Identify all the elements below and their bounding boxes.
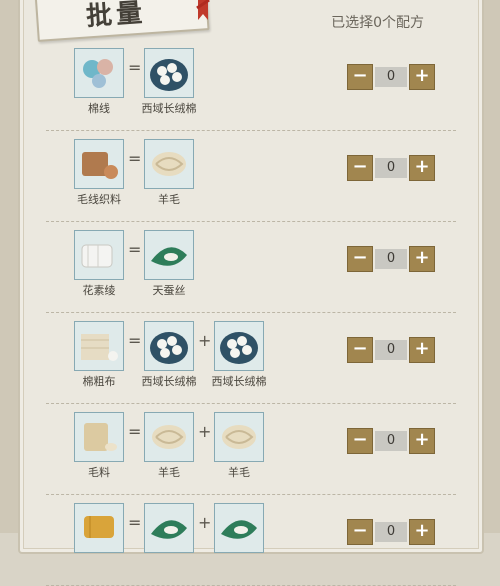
quantity-stepper: −0 + <box>347 428 435 454</box>
silkworm-leaf-icon <box>144 503 194 553</box>
quantity-value[interactable]: 0 <box>375 249 407 269</box>
item-label: 羊毛 <box>158 466 180 479</box>
quantity-value[interactable]: 0 <box>375 158 407 178</box>
recipe-item[interactable]: 棉粗布 <box>64 321 134 389</box>
wool-icon <box>144 412 194 462</box>
increase-button[interactable]: + <box>409 519 435 545</box>
item-label: 毛线织料 <box>77 193 121 206</box>
cotton-boll-icon <box>214 321 264 371</box>
item-label: 西域长绒棉 <box>141 375 197 388</box>
recipe-item[interactable]: 西域长绒棉 <box>134 321 204 389</box>
recipe-item[interactable] <box>204 503 274 555</box>
decrease-button[interactable]: − <box>347 64 373 90</box>
quantity-stepper: −0 + <box>347 64 435 90</box>
silkworm-leaf-icon <box>214 503 264 553</box>
cotton-boll-icon <box>144 48 194 98</box>
recipe-item[interactable]: 花素绫 <box>64 230 134 298</box>
page-title: 批量 <box>85 0 148 33</box>
recipe-item[interactable]: 羊毛 <box>134 139 204 207</box>
silkworm-leaf-icon <box>144 230 194 280</box>
item-label: 西域长绒棉 <box>141 102 197 115</box>
recipe-item[interactable]: 天蚕丝 <box>134 230 204 298</box>
quantity-stepper: −0 + <box>347 246 435 272</box>
decrease-button[interactable]: − <box>347 246 373 272</box>
item-label: 毛料 <box>88 466 110 479</box>
decrease-button[interactable]: − <box>347 519 373 545</box>
increase-button[interactable]: + <box>409 64 435 90</box>
recipe-list: 棉线 = 西域长绒棉 −0 + 毛线织料 = 羊毛 −0 + 花素绫 = 天蚕丝 −0 + 棉粗布 = 西域长绒棉… <box>46 40 456 586</box>
decrease-button[interactable]: − <box>347 428 373 454</box>
wool-cloth-icon <box>74 412 124 462</box>
quantity-value[interactable]: 0 <box>375 522 407 542</box>
recipe-item[interactable] <box>134 503 204 555</box>
recipe-item[interactable]: 毛线织料 <box>64 139 134 207</box>
recipe-item[interactable]: 羊毛 <box>134 412 204 480</box>
item-label: 花素绫 <box>82 284 116 297</box>
increase-button[interactable]: + <box>409 428 435 454</box>
item-label: 西域长绒棉 <box>211 375 267 388</box>
wool-fabric-icon <box>74 139 124 189</box>
decrease-button[interactable]: − <box>347 155 373 181</box>
recipe-item[interactable]: 西域长绒棉 <box>204 321 274 389</box>
item-label: 羊毛 <box>158 193 180 206</box>
item-label: 羊毛 <box>228 466 250 479</box>
wool-icon <box>214 412 264 462</box>
recipe-row: 棉线 = 西域长绒棉 −0 + <box>46 40 456 131</box>
quantity-stepper: −0 + <box>347 519 435 545</box>
recipe-row: = + −0 + <box>46 495 456 586</box>
wool-icon <box>144 139 194 189</box>
recipe-item[interactable]: 羊毛 <box>204 412 274 480</box>
quantity-value[interactable]: 0 <box>375 340 407 360</box>
recipe-row: 花素绫 = 天蚕丝 −0 + <box>46 222 456 313</box>
left-frame <box>0 0 18 533</box>
item-label: 天蚕丝 <box>152 284 186 297</box>
quantity-value[interactable]: 0 <box>375 431 407 451</box>
cotton-boll-icon <box>144 321 194 371</box>
quantity-stepper: −0 + <box>347 337 435 363</box>
coarse-cotton-cloth-icon <box>74 321 124 371</box>
recipe-item[interactable]: 毛料 <box>64 412 134 480</box>
increase-button[interactable]: + <box>409 155 435 181</box>
recipe-row: 毛线织料 = 羊毛 −0 + <box>46 131 456 222</box>
recipe-row: 毛料 = 羊毛 + 羊毛 −0 + <box>46 404 456 495</box>
recipe-item[interactable]: 棉线 <box>64 48 134 116</box>
plain-silk-icon <box>74 230 124 280</box>
selected-count: 已选择0个配方 <box>331 15 424 31</box>
cotton-yarn-icon <box>74 48 124 98</box>
ribbon-icon <box>196 0 210 20</box>
item-label: 棉线 <box>88 102 110 115</box>
quantity-stepper: −0 + <box>347 155 435 181</box>
quantity-value[interactable]: 0 <box>375 67 407 87</box>
increase-button[interactable]: + <box>409 337 435 363</box>
recipe-item[interactable]: 西域长绒棉 <box>134 48 204 116</box>
recipe-row: 棉粗布 = 西域长绒棉 + 西域长绒棉 −0 + <box>46 313 456 404</box>
silk-bolt-icon <box>74 503 124 553</box>
increase-button[interactable]: + <box>409 246 435 272</box>
recipe-item[interactable] <box>64 503 134 555</box>
decrease-button[interactable]: − <box>347 337 373 363</box>
item-label: 棉粗布 <box>82 375 116 388</box>
